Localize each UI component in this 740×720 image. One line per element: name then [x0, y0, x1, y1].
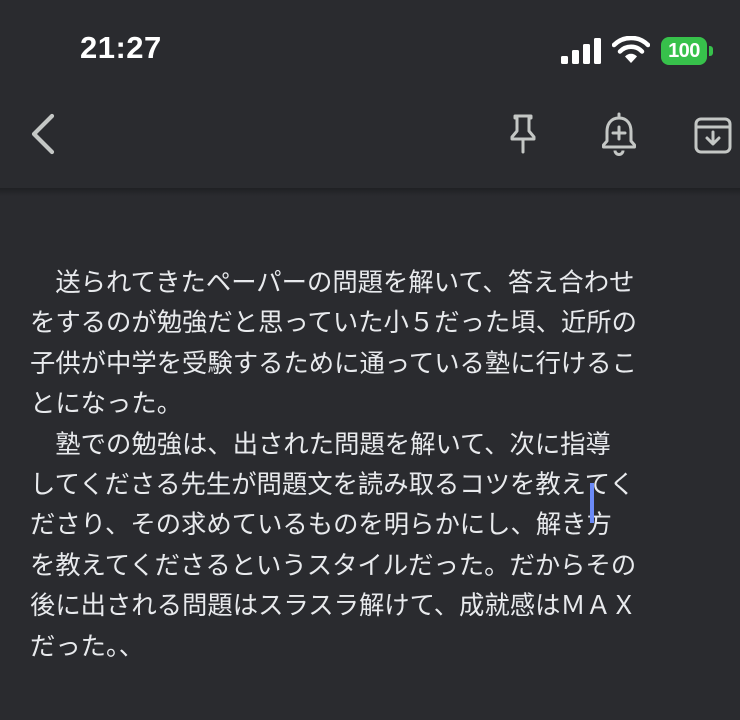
note-line: 後に出される問題はスラスラ解けて、成就感はＭＡＸ: [30, 591, 637, 622]
note-toolbar: [0, 96, 740, 190]
battery-level: 100: [661, 37, 707, 65]
wifi-icon: [612, 36, 650, 63]
note-line: とになった。: [30, 389, 183, 420]
note-line: を教えてくださるというスタイルだった。だからその: [30, 550, 637, 581]
archive-icon[interactable]: [690, 112, 740, 158]
note-body[interactable]: 送られてきたペーパーの問題を解いて、答え合わせ をするのが勉強だと思っていた小５…: [30, 263, 740, 667]
reminder-icon[interactable]: [596, 112, 642, 158]
note-line: してくださる先生が問題文を読み取るコツを教えてく: [30, 469, 635, 500]
status-bar: 21:27 100: [0, 0, 740, 96]
battery-icon: 100: [661, 37, 713, 65]
note-screen: 21:27 100 送られてきたペーパーの問題を解いて、答え合わせ をするのが勉…: [0, 0, 740, 720]
pin-icon[interactable]: [500, 112, 546, 158]
note-line: 送られてきたペーパーの問題を解いて、答え合わせ: [30, 268, 635, 298]
text-cursor: [590, 483, 594, 523]
signal-icon: [561, 38, 601, 64]
toolbar-divider: [0, 188, 740, 196]
status-time: 21:27: [80, 30, 162, 65]
note-line: をするのが勉強だと思っていた小５だった頃、近所の: [30, 308, 637, 339]
note-line: だった。、: [30, 631, 145, 662]
back-icon[interactable]: [26, 112, 66, 156]
note-line: 子供が中学を受験するために通っている塾に行けるこ: [30, 348, 637, 379]
battery-tip: [709, 46, 713, 56]
note-line: ださり、その求めているものを明らかにし、解き方: [30, 510, 612, 541]
note-line: 塾での勉強は、出された問題を解いて、次に指導: [30, 429, 611, 460]
